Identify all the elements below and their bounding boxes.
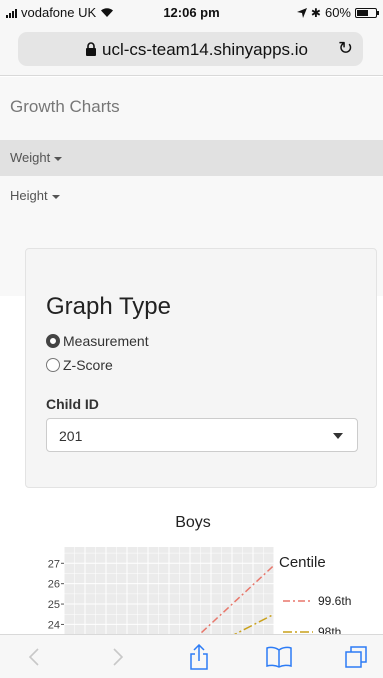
lock-icon	[86, 42, 96, 56]
graph-options-panel: Graph Type Measurement Z-Score Child ID …	[25, 248, 377, 488]
radio-button[interactable]	[46, 358, 60, 372]
panel-title: Graph Type	[46, 293, 171, 320]
location-arrow-icon	[296, 7, 307, 18]
chart-title: Boys	[175, 514, 211, 531]
forward-icon[interactable]	[104, 643, 132, 671]
reload-icon[interactable]: ↻	[338, 38, 353, 59]
legend-label: 99.6th	[318, 594, 351, 608]
child-id-select[interactable]: 201	[46, 418, 358, 452]
caret-down-icon	[51, 194, 60, 199]
battery-percent: 60%	[324, 5, 351, 20]
address-bar[interactable]: ucl-cs-team14.shinyapps.io ↻	[18, 32, 363, 66]
dropdown-arrow-icon	[333, 433, 343, 439]
nav-item-label: Weight	[10, 150, 51, 165]
navbar-brand[interactable]: Growth Charts	[10, 97, 120, 117]
url-text: ucl-cs-team14.shinyapps.io	[102, 40, 308, 59]
growth-chart: Boys2324252627Centile99.6th98th	[0, 505, 383, 640]
radio-z-score[interactable]: Z-Score	[46, 357, 113, 373]
nav-item-weight[interactable]: Weight	[0, 140, 383, 176]
nav-item-height[interactable]: Height	[0, 178, 383, 214]
status-right: ✱ 60%	[296, 5, 379, 20]
y-tick-label: 25	[48, 599, 60, 611]
radio-button-checked[interactable]	[46, 334, 60, 348]
share-icon[interactable]	[185, 643, 213, 671]
address-bar-area: ucl-cs-team14.shinyapps.io ↻	[0, 24, 383, 76]
child-id-label: Child ID	[46, 396, 99, 412]
child-id-value: 201	[59, 428, 83, 444]
back-icon[interactable]	[20, 643, 48, 671]
status-bar: vodafone UK 12:06 pm ✱ 60%	[0, 0, 383, 24]
bluetooth-icon: ✱	[310, 5, 321, 20]
radio-label: Measurement	[63, 333, 149, 349]
nav-item-label: Height	[10, 188, 48, 203]
legend-title: Centile	[279, 554, 326, 571]
y-tick-label: 24	[48, 619, 60, 631]
radio-measurement[interactable]: Measurement	[46, 333, 149, 349]
battery-icon	[355, 7, 379, 18]
radio-label: Z-Score	[63, 357, 113, 373]
y-tick-label: 26	[48, 579, 60, 591]
browser-toolbar	[0, 634, 383, 678]
caret-down-icon	[54, 156, 63, 161]
chart-svg: Boys2324252627Centile99.6th98th	[48, 514, 351, 640]
bookmarks-icon[interactable]	[265, 643, 293, 671]
y-tick-label: 27	[48, 558, 60, 570]
tabs-icon[interactable]	[342, 643, 370, 671]
